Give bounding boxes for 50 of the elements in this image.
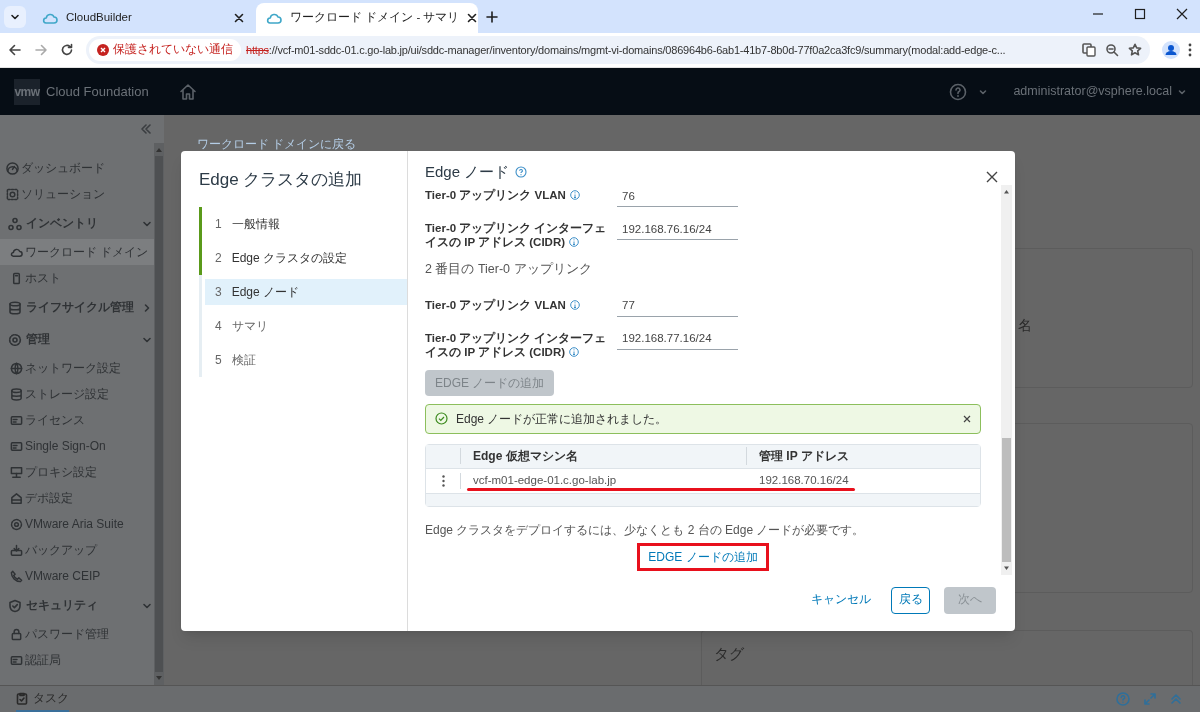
sidebar-item[interactable]: ワークロード ドメイン	[0, 239, 154, 265]
column-header: Edge 仮想マシン名	[461, 447, 747, 466]
info-text: Edge クラスタをデプロイするには、少なくとも 2 台の Edge ノードが必要です。	[425, 521, 866, 539]
table-cell-text: vcf-m01-edge-01.c.go-lab.jp	[472, 473, 618, 489]
sidebar-item[interactable]: パスワード管理	[0, 621, 154, 647]
back-link[interactable]: ワークロード ドメインに戻る	[197, 135, 357, 153]
tab-title: ワークロード ドメイン - サマリ	[290, 10, 460, 26]
input-field[interactable]: 192.168.77.16/24	[617, 327, 738, 350]
wizard-step[interactable]: 2 Edge クラスタの設定	[205, 244, 407, 271]
wizard-step[interactable]: 1 一般情報	[205, 210, 407, 237]
security-chip[interactable]: 保護されていない通信	[89, 39, 241, 61]
input-field[interactable]: 77	[617, 294, 738, 317]
input-field[interactable]: 192.168.76.16/24	[617, 218, 738, 240]
table-cell-text: 192.168.70.16/24	[758, 473, 850, 489]
vmware-logo: vmw	[14, 78, 40, 105]
sidebar-group[interactable]: ライフサイクル管理	[0, 293, 154, 323]
wizard-step[interactable]: 4 サマリ	[205, 312, 407, 339]
sidebar-item[interactable]: VMware CEIP	[0, 563, 154, 589]
product-name: Cloud Foundation	[46, 82, 149, 101]
field-label: Tier-0 アップリンク インターフェイスの IP アドレス (CIDR)	[425, 330, 608, 359]
section-title: Edge ノード	[425, 161, 510, 182]
alert-message: Edge ノードが正常に追加されました。	[456, 410, 669, 428]
sidebar-item[interactable]: ライセンス	[0, 407, 154, 433]
cancel-button[interactable]: キャンセル	[805, 587, 877, 613]
sidebar-group[interactable]: インベントリ	[0, 209, 154, 239]
back-button[interactable]: 戻る	[891, 586, 930, 614]
subsection-title: 2 番目の Tier-0 アップリンク	[425, 261, 593, 278]
sidebar-item[interactable]: VMware Aria Suite	[0, 511, 154, 537]
sidebar-group[interactable]: セキュリティ	[0, 591, 154, 621]
field-label: Tier-0 アップリンク インターフェイスの IP アドレス (CIDR)	[425, 220, 608, 249]
security-warning: 保護されていない通信	[113, 42, 233, 58]
address-bar[interactable]: 保護されていない通信 https://vcf-m01-sddc-01.c.go-lab.jp/ui/sddc-manager/inventory/domains/mgmt-vi-domains/086964b6-6ab1-41b7-8b0d-77f0a2ca3fc9/summary(modal:add-edge-c...	[86, 36, 1150, 64]
add-node-link[interactable]: EDGE ノードの追加	[637, 542, 769, 571]
url-text: ://vcf-m01-sddc-01.c.go-lab.jp/ui/sddc-manager/inventory/domains/mgmt-vi-domains/086964b6-6ab1-41b7-8b0d-77f0a2ca3fc9/summary(modal:add-edge-c...	[268, 42, 1006, 58]
field-label: Tier-0 アップリンク VLAN	[425, 185, 617, 202]
card-title: タグ	[714, 644, 744, 664]
browser-tab[interactable]: ワークロード ドメイン - サマリ	[256, 3, 478, 33]
label-fragment: 名	[1018, 316, 1032, 335]
field-label: Tier-0 アップリンク VLAN	[425, 294, 617, 312]
wizard-step[interactable]: 3 Edge ノード	[205, 278, 407, 305]
user-menu[interactable]: administrator@vsphere.local	[1013, 82, 1172, 101]
column-header: 管理 IP アドレス	[758, 448, 850, 466]
tasks-tab[interactable]: タスク	[16, 686, 69, 712]
dialog-title: Edge クラスタの追加	[199, 169, 364, 191]
input-field[interactable]: 76	[617, 185, 738, 207]
tab-title: CloudBuilder	[66, 10, 133, 26]
url-scheme: https	[246, 42, 269, 58]
wizard-step[interactable]: 5 検証	[205, 346, 407, 373]
sidebar-group[interactable]: 管理	[0, 325, 154, 355]
sidebar-item[interactable]: Single Sign-On	[0, 433, 154, 459]
